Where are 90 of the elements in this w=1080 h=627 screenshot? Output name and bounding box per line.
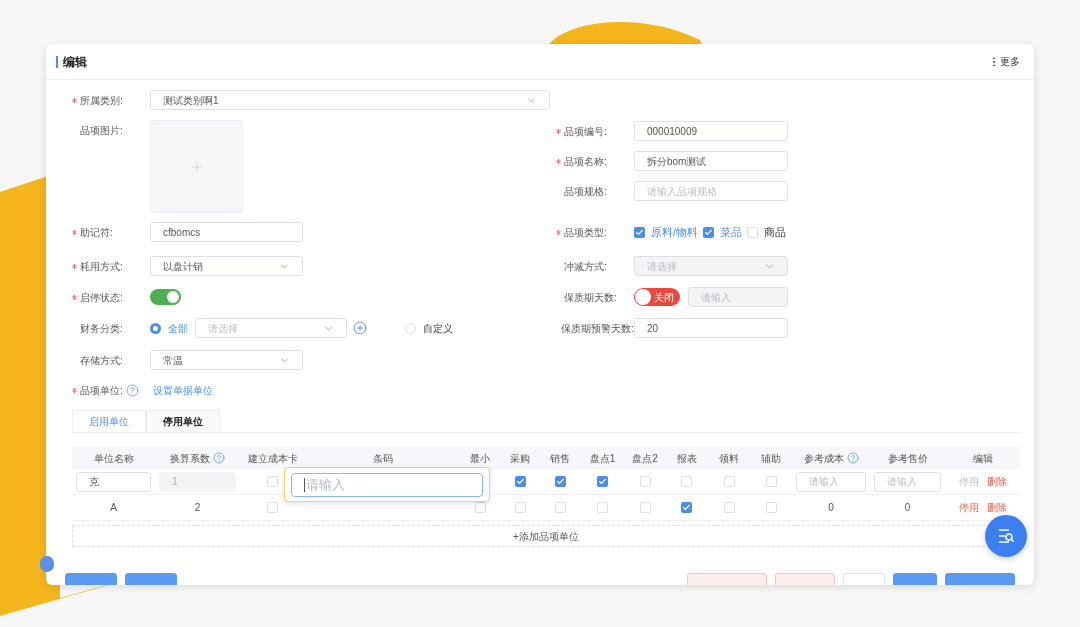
table-cell-text: 0 <box>828 501 834 515</box>
image-upload[interactable] <box>150 120 243 213</box>
column-header: 参考售价 <box>887 451 928 466</box>
checkbox[interactable] <box>514 502 526 513</box>
input-field[interactable]: 000010009 <box>634 121 788 141</box>
checkbox[interactable] <box>723 476 735 487</box>
input-field[interactable]: 克 <box>76 471 151 492</box>
input-field[interactable]: 请输入 <box>796 471 866 492</box>
column-header: 盘点2 <box>632 451 658 466</box>
title-accent-bar <box>56 55 58 68</box>
column-header: 盘点1 <box>589 451 616 466</box>
column-header: 报表 <box>676 451 697 466</box>
column-header: 领料 <box>719 451 739 466</box>
checkbox[interactable] <box>474 502 486 513</box>
checkbox[interactable] <box>554 476 566 487</box>
field-label: 助记符: <box>80 225 113 240</box>
checkbox[interactable] <box>765 502 777 513</box>
column-header: 最小 <box>470 451 490 466</box>
column-header: 销售 <box>550 451 570 466</box>
field-label: 保质期天数: <box>564 290 617 305</box>
checkbox[interactable] <box>681 502 692 513</box>
field-label: 保质期预警天数: <box>561 321 634 336</box>
tab[interactable]: 停用单位 <box>146 410 220 432</box>
input-field[interactable]: cfbomcs <box>150 222 303 242</box>
checkbox[interactable] <box>639 502 651 513</box>
column-header: 编辑 <box>972 451 993 466</box>
field-label: 财务分类: <box>80 321 123 336</box>
checkbox[interactable] <box>765 476 777 487</box>
field-label: 启停状态: <box>80 290 123 305</box>
tab[interactable]: 启用单位 <box>72 410 146 432</box>
radio-label: 全部 <box>168 321 188 336</box>
checkbox[interactable] <box>634 226 645 238</box>
input-field[interactable]: 请输入 <box>874 471 941 492</box>
action-link[interactable]: 删除 <box>986 500 1007 515</box>
checkbox-label: 原料/物料 <box>651 224 699 240</box>
select-field[interactable]: 常温 <box>150 350 303 370</box>
select-field[interactable]: 请选择 <box>195 318 347 338</box>
column-header: 采购 <box>510 451 530 466</box>
table-cell-text: 2 <box>194 501 201 515</box>
toggle-switch[interactable]: 关闭 <box>634 288 680 306</box>
checkbox[interactable] <box>267 476 278 487</box>
checkbox[interactable] <box>597 476 608 487</box>
column-header: 建立成本卡 <box>247 451 298 466</box>
checkbox[interactable] <box>514 476 526 487</box>
toggle-switch[interactable] <box>150 289 181 305</box>
field-label: 品项图片: <box>80 123 123 138</box>
more-button[interactable]: 更多 <box>988 54 1020 69</box>
field-label: 冲减方式: <box>564 259 607 274</box>
checkbox[interactable] <box>267 502 278 513</box>
field-label: 品项单位: <box>80 383 123 398</box>
checkbox-label: 菜品 <box>720 224 743 240</box>
select-field[interactable]: 测试类别啊1 <box>150 90 550 110</box>
select-field[interactable]: 以盘计销 <box>150 256 303 276</box>
action-link[interactable]: 删除 <box>986 474 1007 489</box>
checkbox[interactable] <box>747 226 759 238</box>
help-icon[interactable] <box>846 452 859 464</box>
add-icon[interactable] <box>353 321 367 335</box>
field-label: 存储方式: <box>80 353 123 368</box>
set-unit-link[interactable]: 设置单据单位 <box>153 382 213 398</box>
action-link[interactable]: 停用 <box>958 500 979 515</box>
checkbox[interactable] <box>703 226 715 238</box>
column-header: 单位名称 <box>93 451 134 466</box>
list-search-icon <box>997 528 1015 544</box>
checkbox[interactable] <box>597 502 608 513</box>
checkbox-label: 商品 <box>764 224 787 240</box>
column-header: 参考成本 <box>803 451 844 466</box>
window-title: 编辑 <box>63 53 87 71</box>
input-field[interactable]: 拆分bom测试 <box>634 151 788 171</box>
radio-button[interactable] <box>150 322 161 334</box>
checkbox[interactable] <box>681 476 692 487</box>
column-header: 换算系数 <box>170 451 210 466</box>
column-header: 辅助 <box>761 451 781 466</box>
field-label: 品项规格: <box>564 184 607 199</box>
help-icon[interactable] <box>126 383 139 397</box>
field-label: 品项编号: <box>564 124 607 139</box>
add-unit-link[interactable]: +添加品项单位 <box>513 528 579 544</box>
table-cell-text: 0 <box>904 501 911 515</box>
checkbox[interactable] <box>554 502 566 513</box>
checkbox[interactable] <box>723 502 735 513</box>
input-field[interactable]: 20 <box>634 318 788 338</box>
radio-label: 自定义 <box>423 321 453 336</box>
field-label: 品项类型: <box>564 225 607 240</box>
barcode-input-field[interactable]: 请输入 <box>291 472 483 497</box>
field-label: 耗用方式: <box>80 259 123 274</box>
column-header: 条码 <box>372 451 393 466</box>
help-icon[interactable] <box>213 452 225 464</box>
field-label: 所属类别: <box>80 93 123 108</box>
table-cell-text: A <box>110 501 117 515</box>
field-label: 品项名称: <box>564 154 607 169</box>
checkbox[interactable] <box>639 476 651 487</box>
